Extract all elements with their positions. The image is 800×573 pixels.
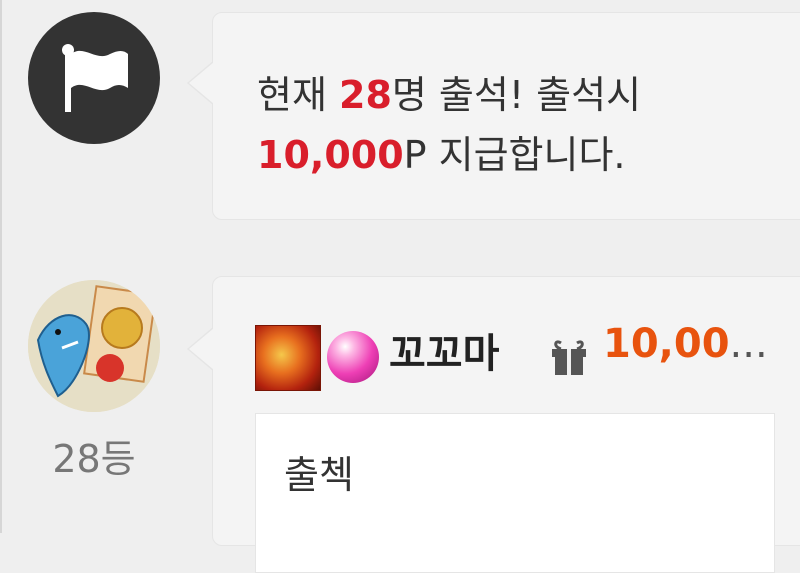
comment-box: 출첵 — [255, 413, 775, 573]
avatar-image — [28, 280, 160, 412]
awarded-points-value: 10,00 — [603, 321, 730, 367]
gift-icon — [552, 340, 586, 375]
message-line1-suffix: 명 출석! 출석시 — [391, 73, 642, 117]
username[interactable]: 꼬꼬마 — [389, 321, 499, 379]
pink-orb-icon — [327, 331, 379, 383]
level-badge-icon — [255, 325, 321, 391]
left-border — [0, 0, 2, 533]
user-avatar[interactable] — [28, 280, 160, 412]
attendance-message: 현재 28명 출석! 출석시 10,000P 지급합니다. — [257, 65, 641, 185]
flag-avatar — [28, 12, 160, 144]
flag-icon — [62, 44, 128, 112]
awarded-points: 10,00... — [603, 321, 768, 367]
reward-points: 10,000 — [257, 133, 404, 177]
rank-label: 28등 — [52, 437, 136, 481]
notice-bubble: 현재 28명 출석! 출석시 10,000P 지급합니다. — [187, 12, 800, 220]
comment-text: 출첵 — [284, 453, 354, 497]
attendance-count: 28 — [339, 73, 392, 117]
message-prefix: 현재 — [257, 73, 339, 117]
entry-bubble: 꼬꼬마 10,00... 출첵 — [187, 276, 800, 573]
message-line2-suffix: P 지급합니다. — [403, 133, 626, 177]
points-ellipsis: ... — [729, 321, 768, 367]
